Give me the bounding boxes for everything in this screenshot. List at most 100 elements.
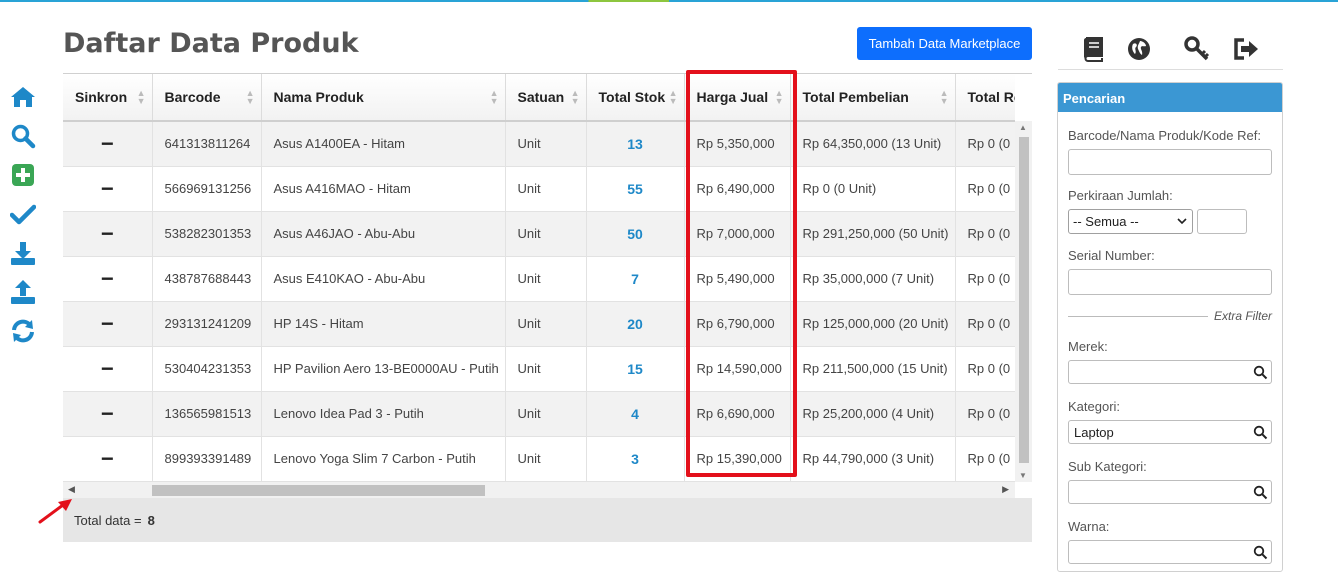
cell-purchase: Rp 211,500,000 (15 Unit)	[790, 346, 956, 392]
sync-status[interactable]: −	[63, 346, 153, 392]
search-icon[interactable]	[1253, 485, 1268, 500]
cell-price: Rp 5,350,000	[684, 121, 791, 167]
cell-price: Rp 5,490,000	[684, 256, 791, 302]
cell-stock-link[interactable]: 55	[586, 166, 685, 212]
cell-stock-link[interactable]: 50	[586, 211, 685, 257]
scroll-left-icon[interactable]: ◀	[68, 484, 75, 495]
cell-barcode: 566969131256	[152, 166, 262, 212]
serial-number-input[interactable]	[1068, 269, 1272, 295]
product-table: Sinkron ▲ ▼ Barcode ▲ ▼ Nama Produk ▲ ▼ Satuan…	[63, 74, 1015, 482]
column-header-total-retur[interactable]: Total Retu	[955, 74, 1015, 122]
color-label: Warna:	[1068, 519, 1110, 534]
add-icon[interactable]	[10, 162, 36, 188]
cell-barcode: 438787688443	[152, 256, 262, 302]
sync-status[interactable]: −	[63, 166, 153, 212]
cell-stock-link[interactable]: 15	[586, 346, 685, 392]
cell-price: Rp 15,390,000	[684, 436, 791, 482]
sort-icon: ▲ ▼	[136, 88, 146, 106]
qty-estimate-input[interactable]	[1197, 209, 1247, 234]
subcategory-input[interactable]	[1068, 480, 1272, 504]
category-input[interactable]: Laptop	[1068, 420, 1272, 444]
sync-status[interactable]: −	[63, 391, 153, 437]
search-panel-title: Pencarian	[1058, 83, 1282, 112]
cell-purchase: Rp 44,790,000 (3 Unit)	[790, 436, 956, 482]
extra-filter-label: Extra Filter	[1213, 309, 1272, 323]
left-toolbar	[10, 84, 36, 357]
table-row[interactable]: −641313811264 Asus A1400EA - Hitam Unit 13 R…	[63, 121, 1015, 167]
sync-icon[interactable]	[10, 318, 36, 344]
check-icon[interactable]	[10, 201, 36, 227]
table-row[interactable]: −899393391489 Lenovo Yoga Slim 7 Carbon -…	[63, 436, 1015, 482]
horizontal-scrollbar[interactable]: ◀ ▶	[63, 482, 1015, 498]
scroll-right-icon[interactable]: ▶	[1002, 484, 1009, 495]
sync-status[interactable]: −	[63, 256, 153, 302]
scroll-up-icon[interactable]: ▲	[1019, 123, 1027, 132]
cell-stock-link[interactable]: 20	[586, 301, 685, 347]
grid-footer: Total data = 8	[63, 498, 1032, 542]
barcode-search-input[interactable]	[1068, 149, 1272, 175]
horizontal-scroll-thumb[interactable]	[152, 485, 485, 496]
cell-purchase: Rp 291,250,000 (50 Unit)	[790, 211, 956, 257]
sort-icon: ▲ ▼	[245, 88, 255, 106]
column-header-total-pembelian[interactable]: Total Pembelian ▲ ▼	[790, 74, 956, 122]
sync-status[interactable]: −	[63, 211, 153, 257]
cell-unit: Unit	[505, 256, 587, 302]
qty-estimate-select[interactable]: -- Semua --	[1068, 209, 1193, 234]
cell-purchase: Rp 25,200,000 (4 Unit)	[790, 391, 956, 437]
search-icon[interactable]	[10, 123, 36, 149]
color-input[interactable]	[1068, 540, 1272, 564]
sync-status[interactable]: −	[63, 121, 153, 167]
logout-icon[interactable]	[1233, 36, 1259, 62]
cell-retur: Rp 0 (0	[955, 436, 1015, 482]
cell-unit: Unit	[505, 301, 587, 347]
chevron-down-icon	[1177, 218, 1187, 225]
table-row[interactable]: −293131241209 HP 14S - Hitam Unit 20 Rp 6,79…	[63, 301, 1015, 347]
scroll-down-icon[interactable]: ▼	[1019, 471, 1027, 480]
qty-estimate-value: -- Semua --	[1073, 214, 1139, 229]
sort-icon: ▲ ▼	[570, 88, 580, 106]
table-row[interactable]: −566969131256 Asus A416MAO - Hitam Unit 55 R…	[63, 166, 1015, 212]
cell-stock-link[interactable]: 13	[586, 121, 685, 167]
red-arrow-annotation	[38, 499, 72, 524]
cell-stock-link[interactable]: 4	[586, 391, 685, 437]
column-header-sinkron[interactable]: Sinkron ▲ ▼	[63, 74, 153, 122]
column-header-total-stok[interactable]: Total Stok ▲ ▼	[586, 74, 685, 122]
column-header-barcode[interactable]: Barcode ▲ ▼	[152, 74, 262, 122]
column-header-nama-produk[interactable]: Nama Produk ▲ ▼	[261, 74, 506, 122]
brand-input[interactable]	[1068, 360, 1272, 384]
cell-price: Rp 6,790,000	[684, 301, 791, 347]
search-icon[interactable]	[1253, 365, 1268, 380]
sync-status[interactable]: −	[63, 436, 153, 482]
table-row[interactable]: −538282301353 Asus A46JAO - Abu-Abu Unit 50…	[63, 211, 1015, 257]
table-row[interactable]: −136565981513 Lenovo Idea Pad 3 - Putih Un…	[63, 391, 1015, 437]
cell-product-name: Asus A46JAO - Abu-Abu	[261, 211, 506, 257]
sync-status[interactable]: −	[63, 301, 153, 347]
add-marketplace-button[interactable]: Tambah Data Marketplace	[857, 27, 1032, 60]
vertical-scrollbar[interactable]: ▲ ▼	[1015, 121, 1032, 482]
upload-icon[interactable]	[10, 279, 36, 305]
cell-barcode: 538282301353	[152, 211, 262, 257]
key-icon[interactable]	[1184, 36, 1210, 62]
cell-price: Rp 14,590,000	[684, 346, 791, 392]
cell-stock-link[interactable]: 3	[586, 436, 685, 482]
table-row[interactable]: −438787688443 Asus E410KAO - Abu-Abu Unit 7…	[63, 256, 1015, 302]
book-icon[interactable]	[1080, 36, 1106, 62]
cell-price: Rp 7,000,000	[684, 211, 791, 257]
column-header-harga-jual[interactable]: Harga Jual ▲ ▼	[684, 74, 791, 122]
search-icon[interactable]	[1253, 545, 1268, 560]
download-icon[interactable]	[10, 240, 36, 266]
cell-product-name: HP 14S - Hitam	[261, 301, 506, 347]
cell-stock-link[interactable]: 7	[586, 256, 685, 302]
column-header-satuan[interactable]: Satuan ▲ ▼	[505, 74, 587, 122]
category-value: Laptop	[1074, 425, 1114, 440]
page-title: Daftar Data Produk	[63, 28, 359, 59]
search-icon[interactable]	[1253, 425, 1268, 440]
globe-icon[interactable]	[1126, 36, 1152, 62]
table-row[interactable]: −530404231353 HP Pavilion Aero 13-BE0000A…	[63, 346, 1015, 392]
right-toolbar	[1058, 30, 1283, 70]
cell-unit: Unit	[505, 346, 587, 392]
cell-price: Rp 6,490,000	[684, 166, 791, 212]
serial-number-label: Serial Number:	[1068, 248, 1155, 263]
home-icon[interactable]	[10, 84, 36, 110]
vertical-scroll-thumb[interactable]	[1019, 137, 1029, 463]
